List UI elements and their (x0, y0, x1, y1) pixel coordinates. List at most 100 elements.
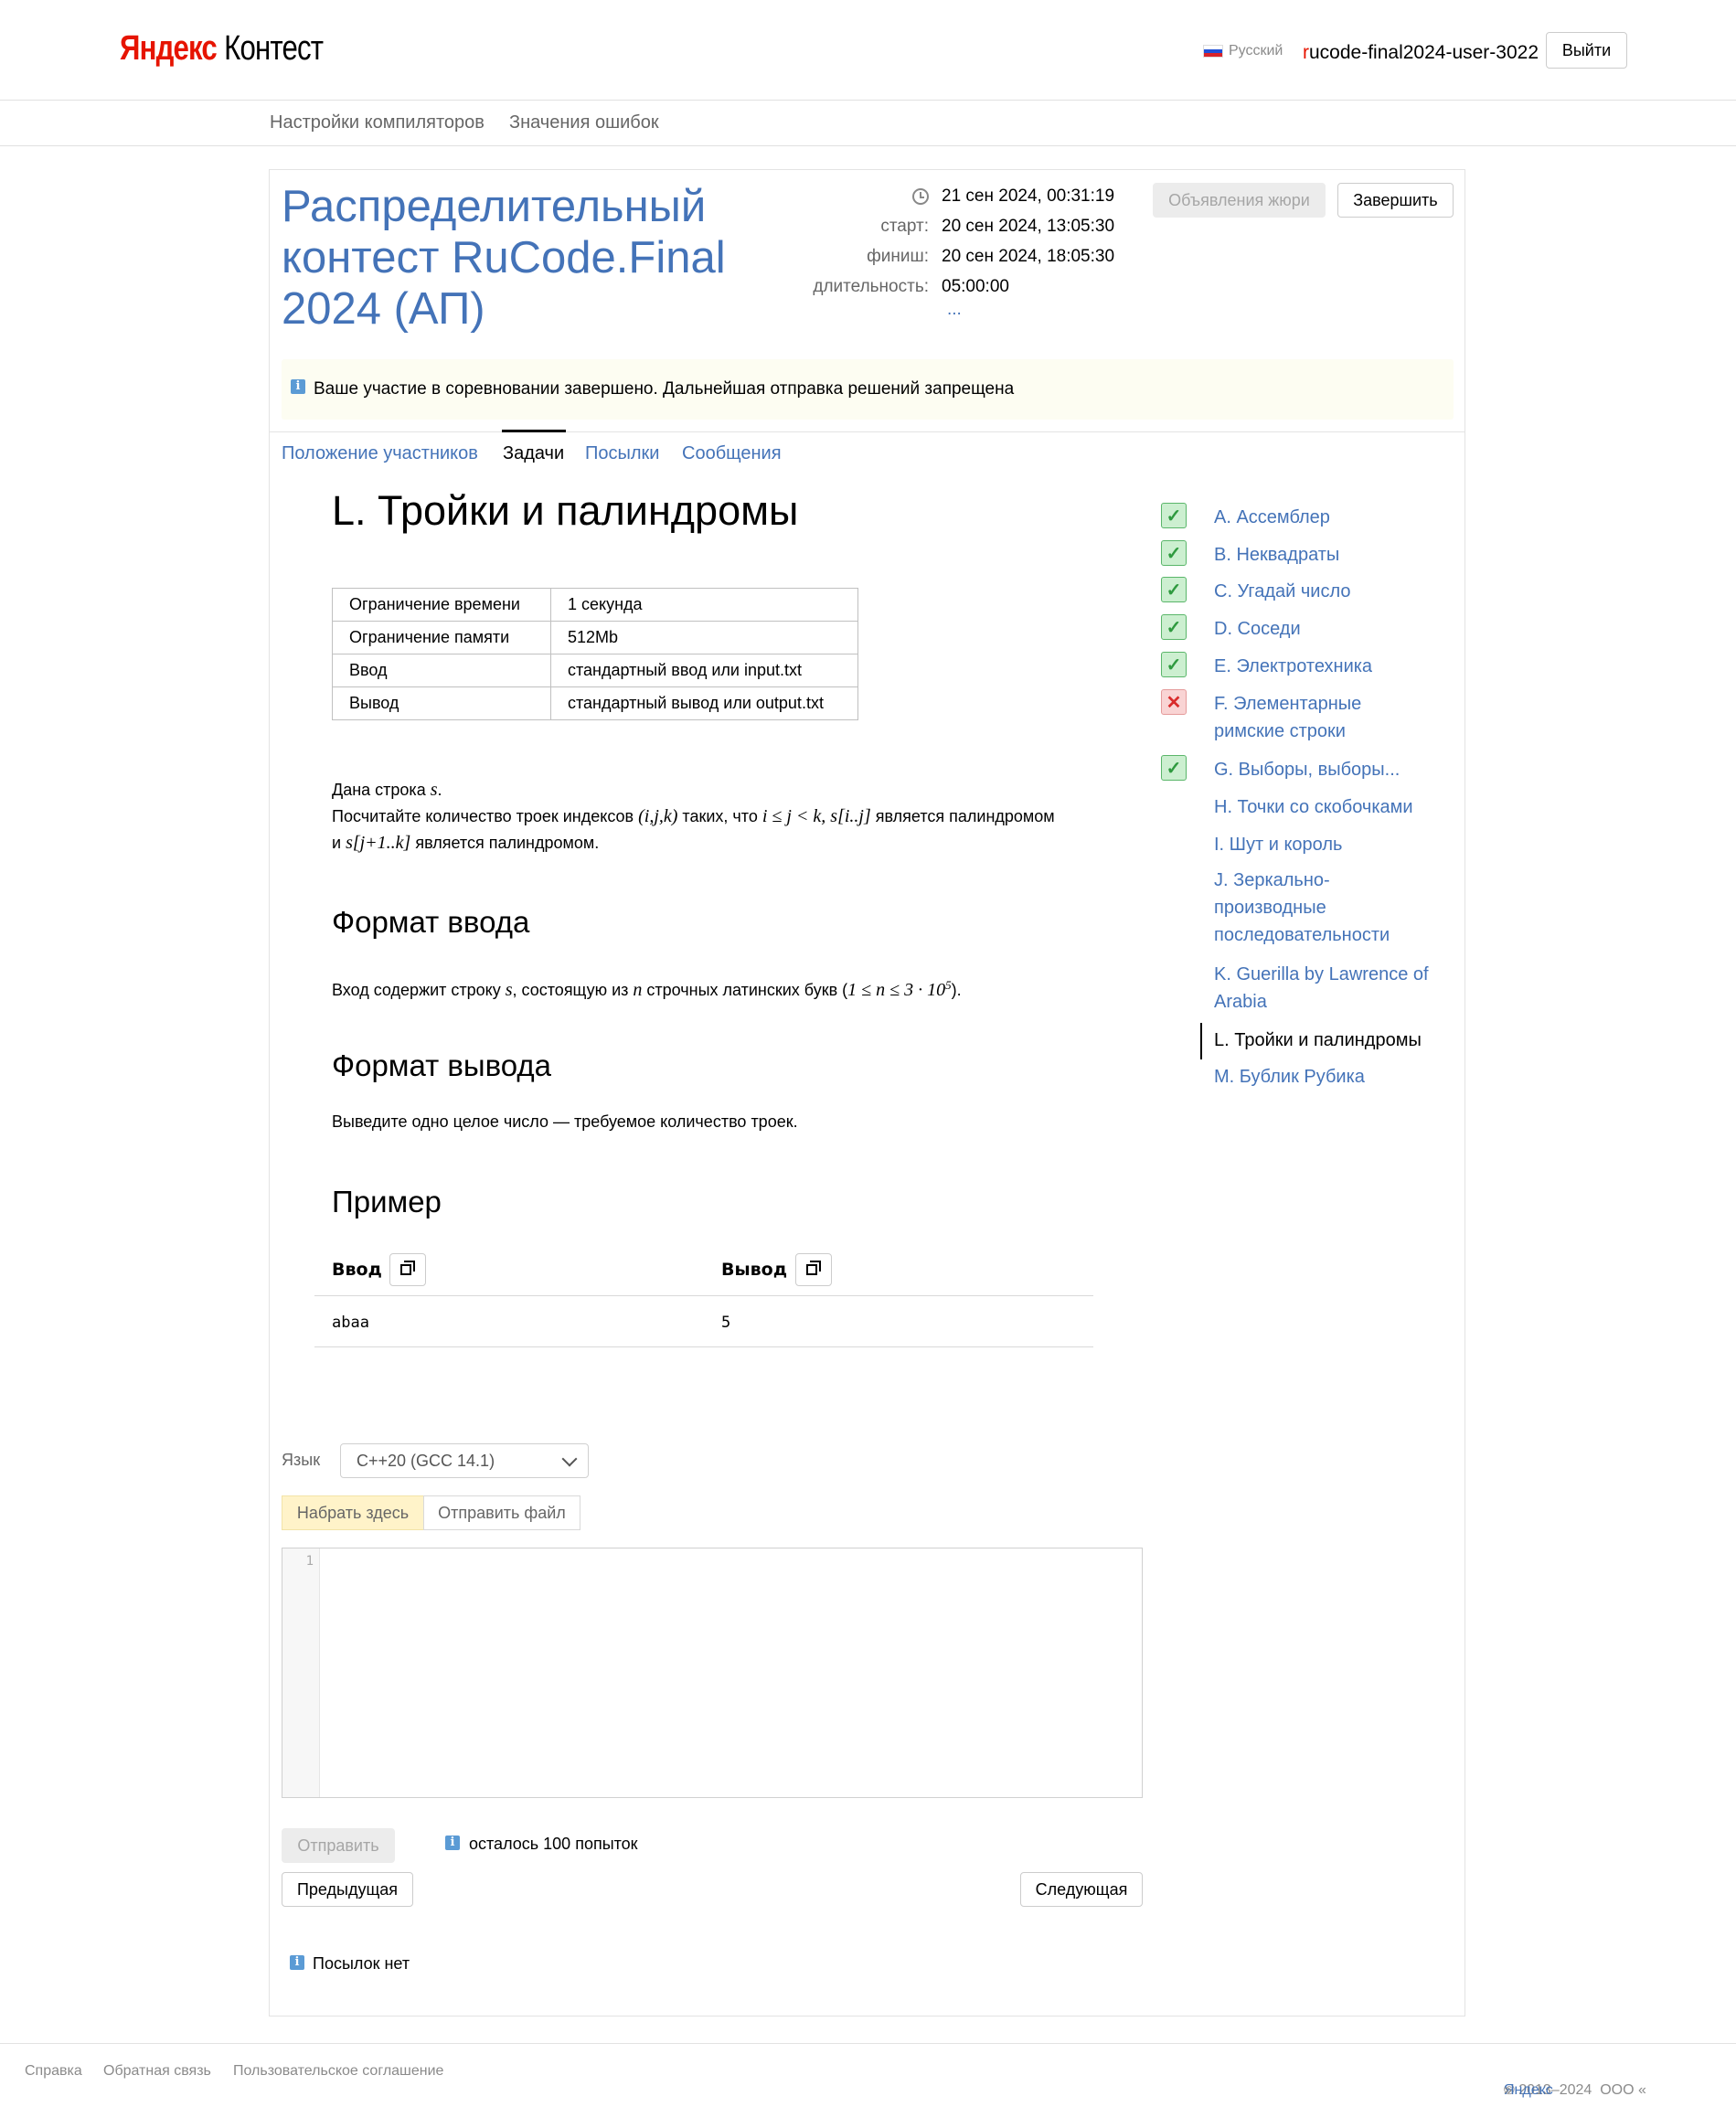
math: s (430, 780, 438, 800)
limit-name: Ограничение времени (332, 588, 551, 622)
table-row: Ограничение времени 1 секунда (332, 588, 858, 622)
text: и (332, 834, 346, 852)
example-input-label: Ввод (332, 1260, 382, 1280)
username[interactable]: rucode-final2024-user-3022 (1303, 42, 1539, 64)
secondary-nav: Настройки компиляторов Значения ошибок (0, 100, 1736, 146)
tab-submissions[interactable]: Посылки (585, 443, 659, 464)
limit-value: стандартный вывод или output.txt (550, 686, 858, 720)
limit-value: 1 секунда (550, 588, 858, 622)
current-time: 21 сен 2024, 00:31:19 (942, 186, 1115, 206)
info-icon: i (291, 379, 305, 394)
math: s[j+1..k] (346, 833, 411, 853)
statement-line-1: Дана строка s. (332, 777, 442, 803)
user-agreement-link[interactable]: Пользовательское соглашение (233, 2063, 443, 2080)
check-icon: ✓ (1161, 755, 1187, 781)
input-format-text: Вход содержит строку s, состоящую из n с… (332, 972, 962, 1004)
check-icon: ✓ (1161, 503, 1187, 528)
math: n (633, 980, 643, 1000)
copy-input-button[interactable] (389, 1253, 426, 1286)
input-format-heading: Формат ввода (332, 905, 530, 939)
text: является палиндромом (870, 807, 1055, 825)
check-icon: ✓ (1161, 577, 1187, 602)
submit-button[interactable]: Отправить (282, 1828, 395, 1863)
tab-messages[interactable]: Сообщения (682, 443, 782, 464)
example-output-label: Вывод (721, 1260, 788, 1280)
sidebar-item-h[interactable]: H. Точки со скобочками (1214, 793, 1443, 821)
yandex-contest-logo[interactable]: Яндекс Контест (120, 29, 324, 69)
clock-icon (912, 188, 929, 205)
text: Дана строка (332, 781, 431, 799)
send-file-tab[interactable]: Отправить файл (423, 1495, 580, 1530)
sidebar-item-a[interactable]: A. Ассемблер (1214, 504, 1443, 531)
username-first-letter: r (1303, 42, 1309, 63)
compiler-select[interactable]: C++20 (GCC 14.1) (340, 1443, 589, 1478)
sidebar-item-m[interactable]: M. Бублик Рубика (1214, 1063, 1443, 1091)
tab-standings[interactable]: Положение участников (282, 443, 478, 464)
example-output: 5 (721, 1314, 731, 1332)
line-number: 1 (305, 1554, 314, 1569)
example-input: abaa (332, 1314, 369, 1332)
jury-announcements-button[interactable]: Объявления жюри (1153, 183, 1326, 218)
start-label: старт: (880, 217, 929, 236)
sidebar-item-c[interactable]: C. Угадай число (1214, 578, 1443, 605)
problem-title: L. Тройки и палиндромы (332, 487, 799, 534)
type-here-tab[interactable]: Набрать здесь (282, 1495, 424, 1530)
error-values-link[interactable]: Значения ошибок (509, 112, 659, 133)
sidebar-item-i[interactable]: I. Шут и король (1214, 831, 1443, 858)
participation-ended-banner: i Ваше участие в соревновании завершено.… (282, 359, 1454, 420)
top-header: Яндекс Контест Русский rucode-final2024-u… (0, 0, 1736, 101)
active-tab-indicator (502, 430, 566, 432)
start-time: 20 сен 2024, 13:05:30 (942, 217, 1115, 236)
logo-yandex: Яндекс (120, 29, 218, 68)
footer: Справка Обратная связь Пользовательское … (0, 2043, 1736, 2107)
output-format-text: Выведите одно целое число — требуемое ко… (332, 1112, 798, 1131)
duration-value: 05:00:00 (942, 277, 1009, 296)
finish-time: 20 сен 2024, 18:05:30 (942, 247, 1115, 266)
language-select-label: Язык (282, 1451, 321, 1469)
feedback-link[interactable]: Обратная связь (103, 2063, 211, 2080)
sidebar-item-d[interactable]: D. Соседи (1214, 615, 1443, 643)
sidebar-item-j[interactable]: J. Зеркально-производные последовательно… (1214, 867, 1390, 949)
russian-flag-icon (1203, 45, 1223, 58)
info-icon: i (290, 1955, 304, 1970)
compiler-select-value: C++20 (GCC 14.1) (357, 1452, 495, 1470)
username-rest: ucode-final2024-user-3022 (1309, 42, 1539, 63)
banner-text: Ваше участие в соревновании завершено. Д… (314, 379, 1015, 399)
finish-contest-button[interactable]: Завершить (1337, 183, 1454, 218)
sidebar-item-l[interactable]: L. Тройки и палиндромы (1214, 1027, 1443, 1054)
math: i ≤ j < k, s[i..j] (761, 806, 871, 826)
contest-title[interactable]: Распределительный контест RuCode.Final 2… (282, 181, 757, 335)
more-times-link[interactable]: ... (947, 300, 962, 320)
chevron-down-icon (561, 1451, 578, 1467)
code-editor[interactable]: 1 (282, 1548, 1143, 1798)
compiler-settings-link[interactable]: Настройки компиляторов (270, 112, 485, 133)
text: Посчитайте количество троек индексов (332, 807, 639, 825)
table-row: Ограничение памяти 512Mb (332, 621, 858, 654)
help-link[interactable]: Справка (25, 2063, 82, 2080)
logout-button[interactable]: Выйти (1546, 32, 1627, 69)
previous-problem-button[interactable]: Предыдущая (282, 1872, 413, 1907)
tab-problems[interactable]: Задачи (503, 443, 564, 464)
example-heading: Пример (332, 1185, 442, 1218)
divider (269, 431, 1465, 432)
sidebar-item-e[interactable]: E. Электротехника (1214, 653, 1443, 680)
copyright-text: » (1504, 2082, 1512, 2098)
sidebar-item-f[interactable]: F. Элементарные римские строки (1214, 690, 1388, 745)
info-icon: i (445, 1836, 460, 1850)
limit-value: 512Mb (550, 621, 858, 654)
check-icon: ✓ (1161, 652, 1187, 677)
sidebar-item-g[interactable]: G. Выборы, выборы... (1214, 756, 1443, 783)
next-problem-button[interactable]: Следующая (1020, 1872, 1143, 1907)
sidebar-item-k[interactable]: K. Guerilla by Lawrence of Arabia (1214, 961, 1443, 1016)
check-icon: ✓ (1161, 540, 1187, 566)
language-switcher[interactable]: Русский (1203, 43, 1283, 59)
copy-icon (806, 1261, 821, 1275)
cross-icon: ✕ (1161, 689, 1187, 715)
text: строчных латинских букв ( (642, 981, 848, 999)
copy-output-button[interactable] (795, 1253, 832, 1286)
duration-label: длительность: (813, 277, 929, 296)
text: Вход содержит строку (332, 981, 506, 999)
table-row: Ввод стандартный ввод или input.txt (332, 654, 858, 687)
limit-name: Вывод (332, 686, 551, 720)
sidebar-item-b[interactable]: B. Неквадраты (1214, 541, 1443, 569)
